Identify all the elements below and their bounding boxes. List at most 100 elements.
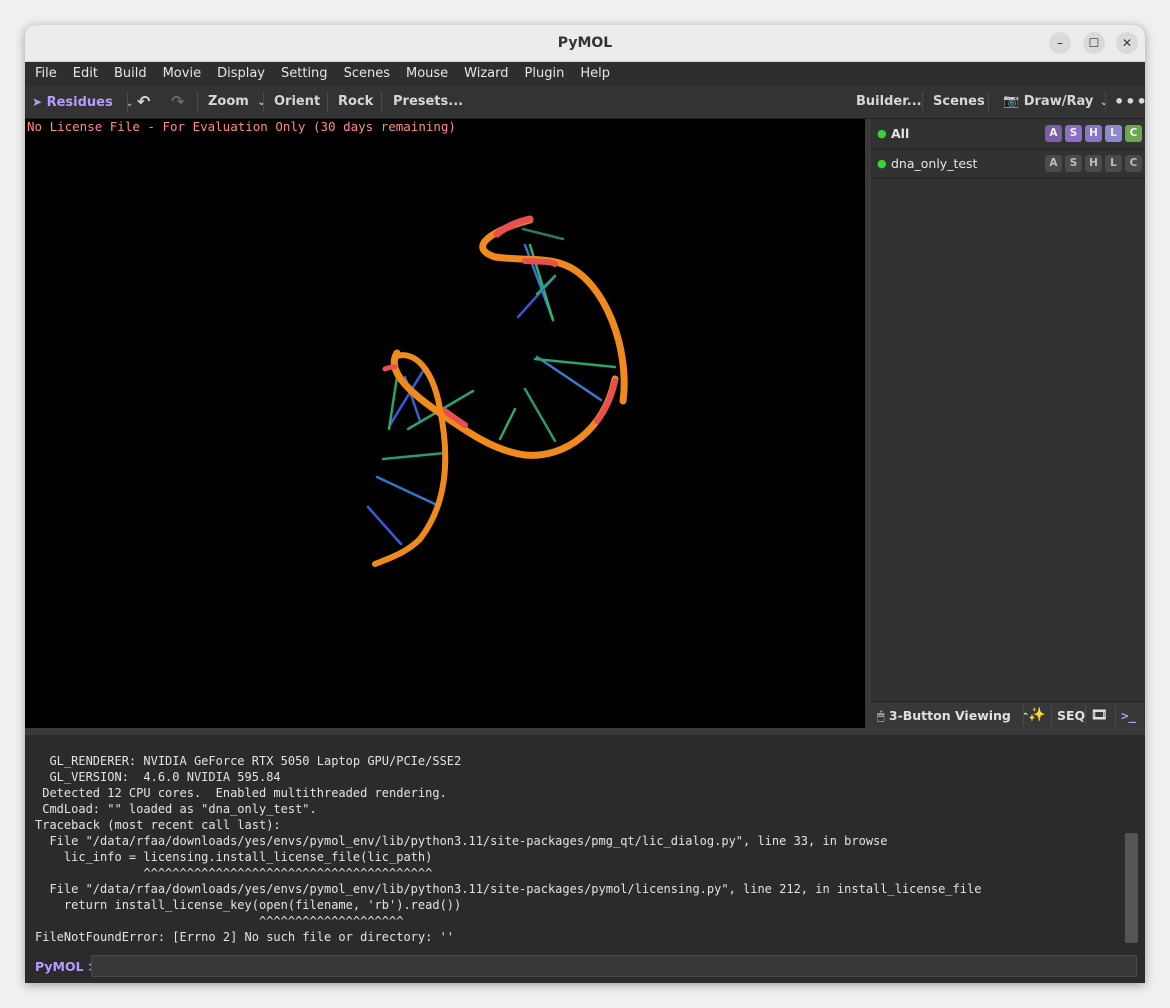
toolbar-divider <box>1023 705 1024 726</box>
command-bar: PyMOL > <box>25 951 1145 983</box>
base-pair <box>381 451 447 461</box>
backbone-strand-end <box>522 258 558 267</box>
backbone-strand-end <box>493 215 534 238</box>
menu-wizard[interactable]: Wizard <box>458 62 514 86</box>
console-line: ^^^^^^^^^^^^^^^^^^^^^^^^^^^^^^^^^^^^^^^^ <box>35 866 433 880</box>
hide-button[interactable]: H <box>1085 125 1102 142</box>
mouse-mode-button[interactable]: 🖱 3-Button Viewing ⌃ <box>877 702 1030 729</box>
command-prompt: PyMOL > <box>35 959 99 974</box>
title-bar: PyMOL – ☐ ✕ <box>25 25 1145 62</box>
menu-plugin[interactable]: Plugin <box>519 62 571 86</box>
color-button[interactable]: C <box>1125 155 1142 172</box>
pointer-icon: ➤ <box>32 95 43 109</box>
camera-icon: 📷 <box>1003 94 1020 109</box>
backbone-strand <box>479 216 628 405</box>
sequence-button[interactable]: SEQ <box>1057 702 1085 729</box>
object-name: dna_only_test <box>891 156 978 171</box>
toolbar-divider <box>1085 705 1086 726</box>
menu-display[interactable]: Display <box>211 62 271 86</box>
console-output: GL_RENDERER: NVIDIA GeForce RTX 5050 Lap… <box>25 735 1145 951</box>
console-line: File "/data/rfaa/downloads/yes/envs/pymo… <box>35 834 888 848</box>
undo-icon[interactable]: ↶ <box>137 86 150 118</box>
command-input[interactable] <box>91 955 1137 977</box>
magic-wand-icon[interactable]: ✨ <box>1028 702 1045 729</box>
toolbar-divider <box>1115 705 1116 726</box>
selection-mode-label: Residues <box>46 95 113 110</box>
backbone-strand-end <box>382 364 398 372</box>
console-line: Detected 12 CPU cores. Enabled multithre… <box>35 786 447 800</box>
console-line: GL_RENDERER: NVIDIA GeForce RTX 5050 Lap… <box>35 754 462 768</box>
rock-button[interactable]: Rock <box>338 86 373 118</box>
menu-edit[interactable]: Edit <box>67 62 104 86</box>
base-pair <box>523 387 557 443</box>
toolbar-divider <box>1105 92 1106 112</box>
enabled-dot-icon[interactable]: ● <box>877 128 887 139</box>
base-pair <box>521 227 565 241</box>
toolbar-divider <box>988 92 989 112</box>
movie-icon[interactable]: 🎞 <box>1091 702 1108 729</box>
base-pair <box>366 505 403 546</box>
toolbar-divider <box>127 92 128 112</box>
draw-ray-label: Draw/Ray <box>1023 94 1094 109</box>
presets-button[interactable]: Presets... <box>393 86 463 118</box>
console-line: Traceback (most recent call last): <box>35 818 281 832</box>
object-row-dna-only-test[interactable]: ● dna_only_test A S H L C <box>871 149 1145 179</box>
toolbar-divider <box>263 92 264 112</box>
hide-button[interactable]: H <box>1085 155 1102 172</box>
menu-scenes[interactable]: Scenes <box>338 62 396 86</box>
menu-setting[interactable]: Setting <box>275 62 334 86</box>
menu-file[interactable]: File <box>29 62 63 86</box>
console-scrollbar[interactable] <box>1125 833 1138 943</box>
menu-bar: File Edit Build Movie Display Setting Sc… <box>25 62 1145 86</box>
zoom-label: Zoom <box>208 94 249 109</box>
toolbar: ➤ Residues ⌄ ↶ ↷ Zoom ⌄ Orient Rock Pres… <box>25 86 1145 119</box>
mouse-icon: 🖱 <box>877 708 885 723</box>
console-line: CmdLoad: "" loaded as "dna_only_test". <box>35 802 317 816</box>
base-pair <box>498 407 517 441</box>
action-button[interactable]: A <box>1045 125 1062 142</box>
toolbar-divider <box>197 92 198 112</box>
enabled-dot-icon[interactable]: ● <box>877 158 887 169</box>
draw-ray-button[interactable]: 📷 Draw/Ray ⌄ <box>1003 86 1108 118</box>
menu-help[interactable]: Help <box>574 62 616 86</box>
object-row-all[interactable]: ● All A S H L C <box>871 119 1145 149</box>
base-pair <box>375 475 439 507</box>
console-line: FileNotFoundError: [Errno 2] No such fil… <box>35 930 455 944</box>
color-button[interactable]: C <box>1125 125 1142 142</box>
show-button[interactable]: S <box>1065 155 1082 172</box>
scenes-button[interactable]: Scenes <box>933 86 985 118</box>
action-button[interactable]: A <box>1045 155 1062 172</box>
terminal-icon[interactable]: >_ <box>1121 702 1136 729</box>
label-button[interactable]: L <box>1105 155 1122 172</box>
more-options-icon[interactable]: ••• <box>1114 86 1145 118</box>
chevron-down-icon: ⌄ <box>257 97 266 108</box>
orient-button[interactable]: Orient <box>274 86 320 118</box>
menu-movie[interactable]: Movie <box>157 62 207 86</box>
selection-mode-button[interactable]: ➤ Residues ⌄ <box>32 86 134 118</box>
pymol-window: PyMOL – ☐ ✕ File Edit Build Movie Displa… <box>25 25 1145 983</box>
minimize-icon[interactable]: – <box>1049 32 1071 54</box>
object-name: All <box>891 126 910 141</box>
console-line: return install_license_key(open(filename… <box>35 898 462 912</box>
toolbar-divider <box>327 92 328 112</box>
close-icon[interactable]: ✕ <box>1116 32 1138 54</box>
zoom-button[interactable]: Zoom ⌄ <box>208 86 266 118</box>
builder-button[interactable]: Builder... <box>856 86 922 118</box>
menu-build[interactable]: Build <box>108 62 153 86</box>
horizontal-splitter[interactable] <box>25 728 1145 735</box>
backbone-strand-end <box>594 378 618 424</box>
console-line: File "/data/rfaa/downloads/yes/envs/pymo… <box>35 882 982 896</box>
label-button[interactable]: L <box>1105 125 1122 142</box>
console-line: GL_VERSION: 4.6.0 NVIDIA 595.84 <box>35 770 281 784</box>
toolbar-divider <box>922 92 923 112</box>
maximize-icon[interactable]: ☐ <box>1083 32 1105 54</box>
toolbar-divider <box>381 92 382 112</box>
show-button[interactable]: S <box>1065 125 1082 142</box>
redo-icon[interactable]: ↷ <box>171 86 184 118</box>
menu-mouse[interactable]: Mouse <box>400 62 454 86</box>
console-line: ^^^^^^^^^^^^^^^^^^^^ <box>35 914 404 928</box>
window-title: PyMOL <box>557 35 613 51</box>
3d-viewport[interactable]: No License File - For Evaluation Only (3… <box>25 119 865 728</box>
toolbar-divider <box>1051 705 1052 726</box>
dna-model <box>366 215 628 567</box>
